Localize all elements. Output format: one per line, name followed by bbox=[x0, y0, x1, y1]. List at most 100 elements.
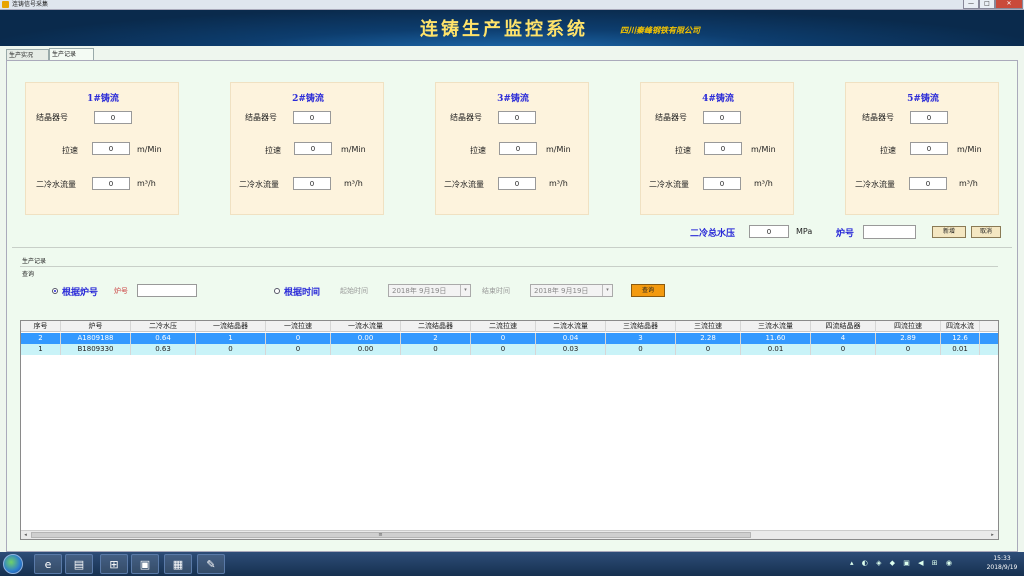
cancel-button[interactable]: 取消 bbox=[971, 226, 1001, 238]
water-unit: m³/h bbox=[754, 179, 773, 188]
query-furnace-input[interactable] bbox=[137, 284, 197, 297]
water-field[interactable]: 0 bbox=[703, 177, 741, 190]
window-title: 连铸信号采集 bbox=[12, 1, 49, 8]
mold-label: 结晶器号 bbox=[36, 113, 68, 122]
mold-field[interactable]: 0 bbox=[293, 111, 331, 124]
table-cell: 0 bbox=[266, 344, 331, 355]
strand-card-2: 2#铸流 结晶器号 0 拉速 0 m/Min 二冷水流量 0 m³/h bbox=[230, 82, 384, 215]
furnace-input[interactable] bbox=[863, 225, 916, 239]
column-header: 四流结晶器 bbox=[811, 321, 876, 332]
strand-title: 1#铸流 bbox=[87, 94, 119, 104]
close-button[interactable]: ✕ bbox=[995, 0, 1023, 9]
table-row[interactable]: 2 A1809188 0.64 1 0 0.00 2 0 0.04 3 2.28 11.60 4 2.89… bbox=[21, 333, 998, 344]
table-cell: 1 bbox=[196, 333, 266, 344]
speed-field[interactable]: 0 bbox=[294, 142, 332, 155]
query-group-title: 查询 bbox=[22, 271, 35, 278]
strand-title: 5#铸流 bbox=[907, 94, 939, 104]
water-field[interactable]: 0 bbox=[293, 177, 331, 190]
chevron-down-icon[interactable]: ▾ bbox=[602, 285, 612, 296]
pressure-unit: MPa bbox=[796, 227, 813, 236]
taskbar-ie-icon[interactable]: e bbox=[34, 554, 62, 574]
table-cell: 0.64 bbox=[131, 333, 196, 344]
speed-label: 拉速 bbox=[470, 146, 486, 155]
end-date-picker[interactable]: 2018年 9月19日 ▾ bbox=[530, 284, 613, 297]
horizontal-scrollbar[interactable]: ◂ ≡ ▸ bbox=[21, 530, 998, 539]
taskbar-window-icon[interactable]: ▣ bbox=[131, 554, 159, 574]
water-field[interactable]: 0 bbox=[498, 177, 536, 190]
column-header: 二冷水压 bbox=[131, 321, 196, 332]
speed-unit: m/Min bbox=[957, 145, 982, 154]
mold-field[interactable]: 0 bbox=[703, 111, 741, 124]
clock[interactable]: 15:33 2018/9/19 bbox=[982, 554, 1022, 572]
speed-label: 拉速 bbox=[265, 146, 281, 155]
speed-field[interactable]: 0 bbox=[499, 142, 537, 155]
speed-unit: m/Min bbox=[546, 145, 571, 154]
speed-unit: m/Min bbox=[751, 145, 776, 154]
table-cell: 0.01 bbox=[941, 344, 980, 355]
records-group-title: 生产记录 bbox=[22, 258, 47, 265]
taskbar-explorer-icon[interactable]: ▤ bbox=[65, 554, 93, 574]
start-date-picker[interactable]: 2018年 9月19日 ▾ bbox=[388, 284, 471, 297]
table-row[interactable]: 1 B1809330 0.63 0 0 0.00 0 0 0.03 0 0 0.01 0 0 0.01 bbox=[21, 344, 998, 355]
start-time-label: 起始时间 bbox=[340, 287, 368, 295]
scroll-thumb[interactable] bbox=[31, 532, 751, 538]
system-tray[interactable]: ▴ ◐ ◈ ◆ ▣ ◀ ⊞ ◉ bbox=[850, 559, 980, 569]
header-banner: 连铸生产监控系统 四川秦峰钢铁有限公司 bbox=[0, 10, 1024, 46]
speed-field[interactable]: 0 bbox=[92, 142, 130, 155]
furnace-label: 炉号 bbox=[836, 229, 855, 239]
table-cell: 0.03 bbox=[536, 344, 606, 355]
mold-field[interactable]: 0 bbox=[498, 111, 536, 124]
company-name: 四川秦峰钢铁有限公司 bbox=[620, 25, 700, 35]
pressure-field[interactable]: 0 bbox=[749, 225, 789, 238]
radio-by-furnace[interactable] bbox=[52, 288, 58, 294]
column-header: 三流水流量 bbox=[741, 321, 811, 332]
water-label: 二冷水流量 bbox=[36, 180, 76, 189]
mold-field[interactable]: 0 bbox=[910, 111, 948, 124]
pressure-label: 二冷总水压 bbox=[690, 229, 736, 239]
water-field[interactable]: 0 bbox=[909, 177, 947, 190]
column-header: 四流水流 bbox=[941, 321, 980, 332]
taskbar-app-icon[interactable]: ▦ bbox=[164, 554, 192, 574]
strand-title: 3#铸流 bbox=[497, 94, 529, 104]
water-label: 二冷水流量 bbox=[855, 180, 895, 189]
section-divider bbox=[12, 247, 1012, 248]
system-title: 连铸生产监控系统 bbox=[420, 19, 588, 40]
table-cell: 0.63 bbox=[131, 344, 196, 355]
records-table[interactable]: 序号 炉号 二冷水压 一流结晶器 一流拉速 一流水流量 二流结晶器 二流拉速 二流水流量 三流结晶… bbox=[20, 320, 999, 540]
radio-by-time[interactable] bbox=[274, 288, 280, 294]
table-cell: 2.28 bbox=[676, 333, 741, 344]
maximize-button[interactable]: □ bbox=[979, 0, 995, 9]
speed-field[interactable]: 0 bbox=[704, 142, 742, 155]
query-button[interactable]: 查询 bbox=[631, 284, 665, 297]
water-field[interactable]: 0 bbox=[92, 177, 130, 190]
water-unit: m³/h bbox=[549, 179, 568, 188]
water-unit: m³/h bbox=[137, 179, 156, 188]
strand-card-1: 1#铸流 结晶器号 0 拉速 0 m/Min 二冷水流量 0 m³/h bbox=[25, 82, 179, 215]
by-time-label: 根据时间 bbox=[284, 288, 321, 298]
mold-field[interactable]: 0 bbox=[94, 111, 132, 124]
mold-label: 结晶器号 bbox=[450, 113, 482, 122]
scroll-left-icon[interactable]: ◂ bbox=[21, 531, 30, 539]
table-cell: 3 bbox=[606, 333, 676, 344]
table-cell: 0 bbox=[606, 344, 676, 355]
table-cell: 11.60 bbox=[741, 333, 811, 344]
column-header: 炉号 bbox=[61, 321, 131, 332]
taskbar-edit-icon[interactable]: ✎ bbox=[197, 554, 225, 574]
table-cell: 0.04 bbox=[536, 333, 606, 344]
scroll-right-icon[interactable]: ▸ bbox=[988, 531, 997, 539]
end-date-value: 2018年 9月19日 bbox=[534, 287, 589, 295]
chevron-down-icon[interactable]: ▾ bbox=[460, 285, 470, 296]
table-cell: 0 bbox=[471, 333, 536, 344]
query-furnace-label: 炉号 bbox=[114, 287, 128, 295]
column-header: 二流水流量 bbox=[536, 321, 606, 332]
speed-label: 拉速 bbox=[880, 146, 896, 155]
speed-field[interactable]: 0 bbox=[910, 142, 948, 155]
table-cell: 0 bbox=[196, 344, 266, 355]
table-cell: 0 bbox=[266, 333, 331, 344]
minimize-button[interactable]: — bbox=[963, 0, 979, 9]
add-button[interactable]: 新增 bbox=[932, 226, 966, 238]
strand-card-5: 5#铸流 结晶器号 0 拉速 0 m/Min 二冷水流量 0 m³/h bbox=[845, 82, 999, 215]
taskbar-network-icon[interactable]: ⊞ bbox=[100, 554, 128, 574]
start-button[interactable] bbox=[3, 554, 23, 574]
end-time-label: 结束时间 bbox=[482, 287, 510, 295]
